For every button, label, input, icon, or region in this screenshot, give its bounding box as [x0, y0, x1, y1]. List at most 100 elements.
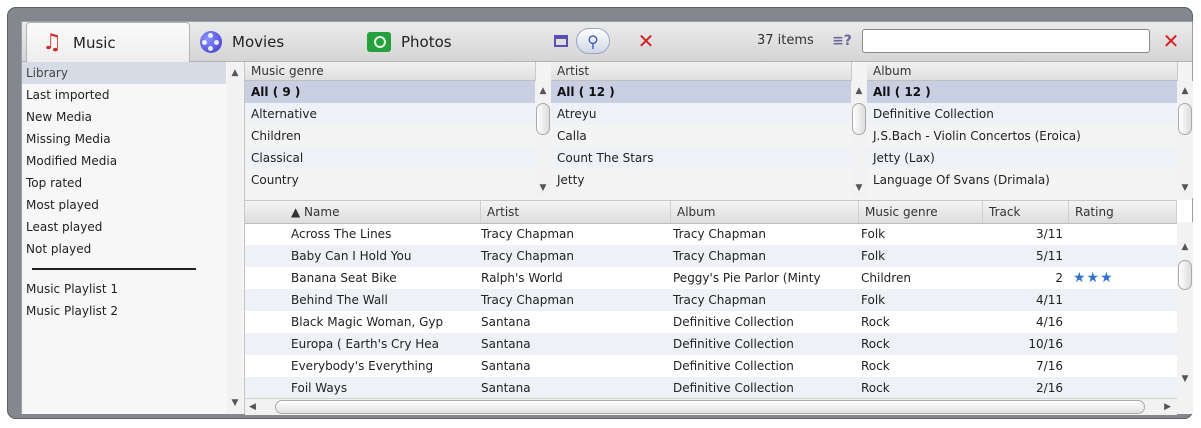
list-item[interactable]: All ( 9 ) [245, 81, 535, 103]
column-header-rating[interactable]: Rating [1069, 201, 1177, 223]
table-row[interactable]: Everybody's Everything Santana Definitiv… [245, 355, 1177, 377]
rating-stars[interactable] [1069, 311, 1177, 333]
clear-search-button[interactable]: ✕ [1158, 29, 1184, 53]
album-list: All ( 12 ) Definitive Collection J.S.Bac… [867, 81, 1177, 191]
album-pane: Album All ( 12 ) Definitive Collection J… [867, 62, 1178, 198]
table-row[interactable]: Foil Ways Santana Definitive Collection … [245, 377, 1177, 398]
genre-scrollbar[interactable]: ▲ ▼ [535, 81, 551, 198]
column-header-genre[interactable]: Music genre [859, 201, 983, 223]
sidebar-item-library[interactable]: Library [22, 62, 226, 84]
tab-movies[interactable]: Movies [200, 22, 284, 61]
column-header-track[interactable]: Track [983, 201, 1069, 223]
scroll-thumb[interactable] [536, 103, 550, 135]
cell-genre: Rock [861, 381, 890, 395]
list-item[interactable]: Country [245, 169, 535, 191]
cell-name: Europa ( Earth's Cry Hea [291, 337, 440, 351]
scroll-thumb[interactable] [1178, 103, 1192, 135]
sidebar-item-playlist-2[interactable]: Music Playlist 2 [22, 300, 226, 322]
genre-pane-header[interactable]: Music genre [245, 62, 535, 81]
scroll-thumb[interactable] [275, 400, 1145, 414]
sidebar-list: Library Last imported New Media Missing … [22, 62, 226, 322]
window-content: ♫ Music Movies Photos ⚲ ✕ 37 items ≡? ✕ … [21, 21, 1193, 415]
list-item[interactable]: Calla [551, 125, 851, 147]
scroll-up-arrow-icon[interactable]: ▲ [1177, 84, 1193, 98]
table-row[interactable]: Europa ( Earth's Cry Hea Santana Definit… [245, 333, 1177, 355]
rating-stars[interactable] [1069, 245, 1177, 267]
list-item[interactable]: All ( 12 ) [551, 81, 851, 103]
track-table: ▲ Name Artist Album Music genre Track Ra… [245, 200, 1193, 415]
sidebar-item-new-media[interactable]: New Media [22, 106, 226, 128]
rating-stars[interactable] [1069, 223, 1177, 245]
table-row[interactable]: Baby Can I Hold You Tracy Chapman Tracy … [245, 245, 1177, 267]
cell-album: Tracy Chapman [673, 249, 766, 263]
scroll-up-arrow-icon[interactable]: ▲ [227, 66, 243, 80]
list-item[interactable]: Definitive Collection [867, 103, 1177, 125]
table-row[interactable]: Banana Seat Bike Ralph's World Peggy's P… [245, 267, 1177, 289]
filter-icon: ≡? [832, 33, 852, 49]
artist-scrollbar[interactable]: ▲ ▼ [851, 81, 867, 198]
album-pane-header[interactable]: Album [867, 62, 1177, 81]
table-scrollbar[interactable]: ▲ ▼ [1177, 222, 1193, 414]
cell-name: Banana Seat Bike [291, 271, 397, 285]
browser-view-button[interactable] [550, 29, 572, 53]
scroll-up-arrow-icon[interactable]: ▲ [535, 84, 551, 98]
sidebar-scrollbar[interactable]: ▲ ▼ [227, 62, 243, 414]
table-row[interactable]: Across The Lines Tracy Chapman Tracy Cha… [245, 223, 1177, 245]
list-item[interactable]: Jetty (Lax) [867, 147, 1177, 169]
sidebar-item-last-imported[interactable]: Last imported [22, 84, 226, 106]
filter-button[interactable]: ≡? [825, 29, 859, 53]
horizontal-scrollbar[interactable]: ◀ ▶ [245, 398, 1177, 415]
list-item[interactable]: Language Of Svans (Drimala) [867, 169, 1177, 191]
column-header-artist[interactable]: Artist [481, 201, 671, 223]
scroll-down-arrow-icon[interactable]: ▼ [1177, 181, 1193, 195]
scroll-down-arrow-icon[interactable]: ▼ [851, 181, 867, 195]
artist-pane-header[interactable]: Artist [551, 62, 851, 81]
scroll-down-arrow-icon[interactable]: ▼ [535, 181, 551, 195]
scroll-right-arrow-icon[interactable]: ▶ [1164, 399, 1171, 415]
rating-stars[interactable] [1069, 377, 1177, 398]
list-item[interactable]: All ( 12 ) [867, 81, 1177, 103]
column-header-album[interactable]: Album [671, 201, 859, 223]
list-item[interactable]: Alternative [245, 103, 535, 125]
cell-genre: Rock [861, 359, 890, 373]
list-item[interactable]: Atreyu [551, 103, 851, 125]
album-scrollbar[interactable]: ▲ ▼ [1177, 81, 1193, 198]
list-item[interactable]: Jetty [551, 169, 851, 191]
tab-music[interactable]: ♫ Music [26, 22, 190, 62]
search-input[interactable] [862, 29, 1150, 53]
sidebar-item-top-rated[interactable]: Top rated [22, 172, 226, 194]
list-item[interactable]: J.S.Bach - Violin Concertos (Eroica) [867, 125, 1177, 147]
sidebar-item-modified-media[interactable]: Modified Media [22, 150, 226, 172]
scroll-up-arrow-icon[interactable]: ▲ [851, 84, 867, 98]
list-item[interactable]: Classical [245, 147, 535, 169]
table-row[interactable]: Black Magic Woman, Gyp Santana Definitiv… [245, 311, 1177, 333]
scroll-left-arrow-icon[interactable]: ◀ [249, 399, 256, 415]
sidebar-item-playlist-1[interactable]: Music Playlist 1 [22, 278, 226, 300]
column-header-name[interactable]: ▲ Name [285, 201, 481, 223]
rating-stars[interactable] [1069, 289, 1177, 311]
scroll-up-arrow-icon[interactable]: ▲ [1177, 240, 1193, 254]
clear-button[interactable]: ✕ [634, 29, 658, 53]
tab-movies-label: Movies [232, 32, 285, 51]
film-reel-icon [200, 30, 222, 53]
search-button[interactable]: ⚲ [576, 28, 610, 54]
list-item[interactable]: Count The Stars [551, 147, 851, 169]
rating-stars[interactable]: ★★★ [1069, 267, 1177, 289]
list-item[interactable]: Children [245, 125, 535, 147]
close-icon: ✕ [1162, 29, 1180, 53]
scroll-down-arrow-icon[interactable]: ▼ [227, 396, 243, 410]
sidebar-item-most-played[interactable]: Most played [22, 194, 226, 216]
rating-stars[interactable] [1069, 333, 1177, 355]
scroll-thumb[interactable] [852, 103, 866, 135]
cell-album: Definitive Collection [673, 381, 794, 395]
sidebar-item-not-played[interactable]: Not played [22, 238, 226, 260]
rating-stars[interactable] [1069, 355, 1177, 377]
scroll-down-arrow-icon[interactable]: ▼ [1177, 372, 1193, 386]
camera-icon [367, 31, 391, 52]
tab-photos[interactable]: Photos [367, 22, 452, 61]
sidebar-item-missing-media[interactable]: Missing Media [22, 128, 226, 150]
table-row[interactable]: Behind The Wall Tracy Chapman Tracy Chap… [245, 289, 1177, 311]
sidebar-item-least-played[interactable]: Least played [22, 216, 226, 238]
scroll-thumb[interactable] [1178, 260, 1192, 290]
cell-genre: Rock [861, 337, 890, 351]
